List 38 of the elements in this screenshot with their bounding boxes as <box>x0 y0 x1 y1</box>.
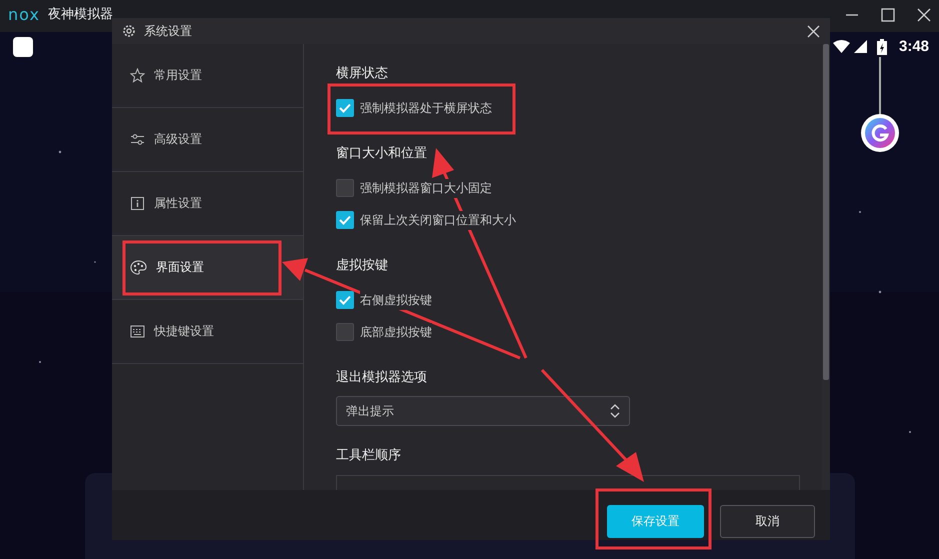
keyboard-icon <box>130 325 145 338</box>
scrollbar-thumb[interactable] <box>823 44 829 380</box>
checkbox-label: 保留上次关闭窗口位置和大小 <box>360 210 516 230</box>
checkbox[interactable] <box>336 99 354 117</box>
close-icon[interactable] <box>807 24 820 38</box>
cancel-button[interactable]: 取消 <box>720 505 815 538</box>
sidebar-item[interactable]: 常用设置 <box>112 44 303 108</box>
updown-icon <box>610 403 620 419</box>
section-title: 窗口大小和位置 <box>336 145 428 163</box>
assistant-widget-icon[interactable] <box>861 57 899 153</box>
battery-icon <box>877 38 887 54</box>
clock: 3:48 <box>899 38 930 55</box>
sidebar-item[interactable]: 高级设置 <box>112 108 303 172</box>
checkbox[interactable] <box>336 291 354 309</box>
close-icon[interactable] <box>917 8 931 22</box>
exit-option-dropdown[interactable]: 弹出提示 <box>336 396 630 426</box>
section-title: 横屏状态 <box>336 65 389 83</box>
checkbox[interactable] <box>336 323 354 341</box>
dialog-title: 系统设置 <box>144 22 192 40</box>
signal-icon <box>854 40 867 53</box>
checkbox[interactable] <box>336 179 354 197</box>
section-title: 虚拟按键 <box>336 257 389 275</box>
wifi-icon <box>833 40 850 53</box>
checkbox-label: 强制模拟器窗口大小固定 <box>360 178 492 198</box>
star-icon <box>130 68 145 83</box>
sliders-icon <box>130 132 145 147</box>
palette-icon <box>130 260 147 275</box>
checkbox-label: 右侧虚拟按键 <box>360 290 432 310</box>
section-title: 退出模拟器选项 <box>336 369 428 387</box>
checkbox[interactable] <box>336 211 354 229</box>
app-title: 夜神模拟器 <box>48 7 113 23</box>
info-icon <box>130 196 145 211</box>
maximize-icon[interactable] <box>881 8 895 22</box>
app-icon[interactable] <box>13 37 33 57</box>
section-title: 工具栏顺序 <box>336 447 402 465</box>
settings-icon <box>122 24 136 38</box>
sidebar-item[interactable]: 快捷键设置 <box>112 300 303 364</box>
app-logo: nox <box>8 7 40 23</box>
